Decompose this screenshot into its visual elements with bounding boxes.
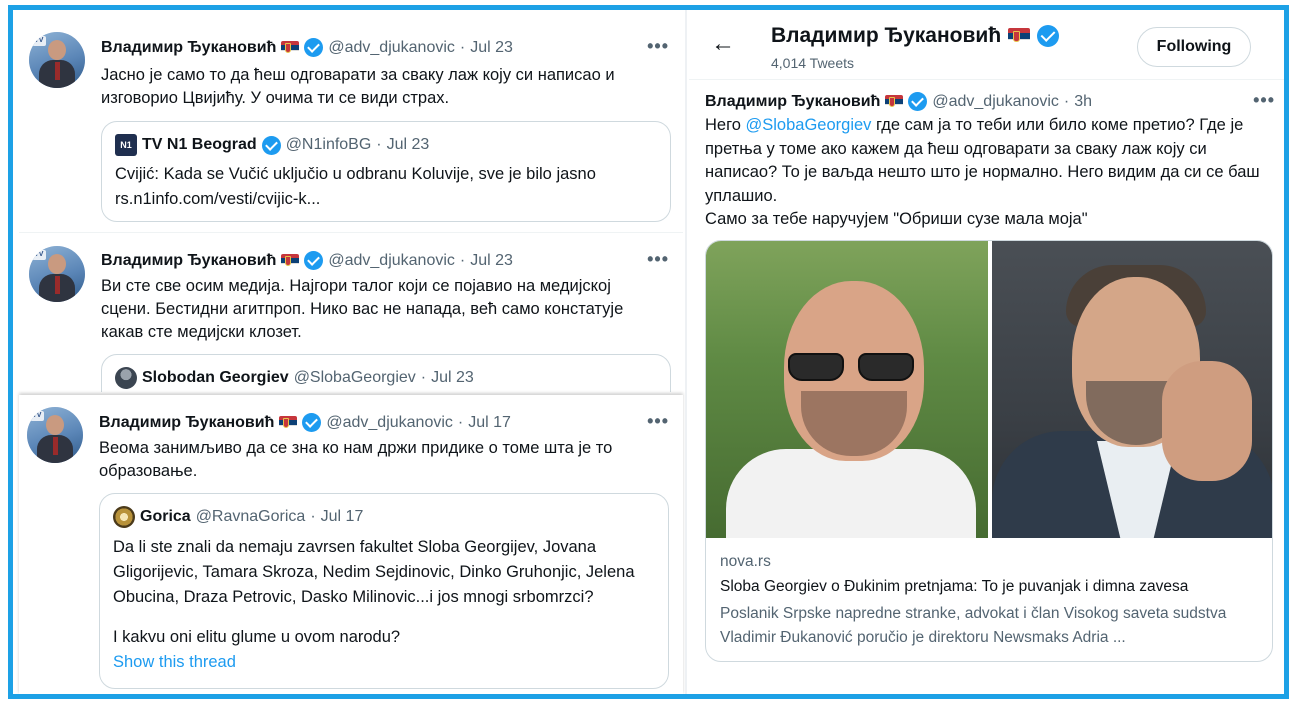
more-options-icon[interactable]: ••• xyxy=(1253,90,1275,111)
verified-badge-icon xyxy=(304,38,324,57)
author-name[interactable]: Владимир Ђукановић xyxy=(99,414,274,432)
profile-name: Владимир Ђукановић xyxy=(771,24,1002,47)
tweet-date[interactable]: Jul 23 xyxy=(470,39,513,57)
avatar[interactable]: TV xyxy=(27,407,83,463)
serbia-flag-icon xyxy=(885,94,904,109)
back-arrow-icon[interactable]: ← xyxy=(711,32,735,56)
more-options-icon[interactable]: ••• xyxy=(647,411,669,432)
tweet-header: Владимир Ђукановић @adv_djukanovic · Jul… xyxy=(99,413,511,432)
separator-dot: · xyxy=(310,508,316,525)
tweet[interactable]: TV Владимир Ђукановић @adv_djukanovic · … xyxy=(19,232,683,392)
author-handle[interactable]: @adv_djukanovic xyxy=(328,252,455,270)
author-handle[interactable]: @adv_djukanovic xyxy=(932,93,1059,111)
tweet-date[interactable]: Jul 23 xyxy=(470,252,513,270)
author-name[interactable]: Владимир Ђукановић xyxy=(101,39,276,57)
serbia-flag-icon xyxy=(281,253,300,268)
show-thread-link[interactable]: Show this thread xyxy=(113,650,658,675)
quoted-tweet-header: N1 TV N1 Beograd @N1infoBG · Jul 23 xyxy=(115,134,429,156)
quoted-avatar xyxy=(113,506,135,528)
quoted-text: Da li ste znali da nemaju zavrsen fakult… xyxy=(113,538,635,606)
card-description: Poslanik Srpske napredne stranke, advoka… xyxy=(720,605,1227,646)
quoted-tweet-header: Gorica @RavnaGorica · Jul 17 xyxy=(113,506,363,528)
quoted-tweet[interactable]: Gorica @RavnaGorica · Jul 17 Da li ste z… xyxy=(99,493,669,689)
tweet-time[interactable]: 3h xyxy=(1074,93,1092,111)
tweet-text: Него @SlobaGeorgiev где сам ја то теби и… xyxy=(705,114,1275,232)
separator-dot: · xyxy=(1063,92,1070,110)
card-photo-left xyxy=(706,241,988,538)
following-button[interactable]: Following xyxy=(1137,27,1251,67)
tweet-header: Владимир Ђукановић @adv_djukanovic · 3h xyxy=(705,92,1092,111)
card-domain: nova.rs xyxy=(720,553,771,570)
more-options-icon[interactable]: ••• xyxy=(647,36,669,57)
serbia-flag-icon xyxy=(279,415,298,430)
quoted-date: Jul 17 xyxy=(320,508,364,525)
quoted-date: Jul 23 xyxy=(386,136,430,153)
profile-tweet-view: ← Владимир Ђукановић 4,014 Tweets Follow… xyxy=(689,10,1284,694)
tweet[interactable]: TV Владимир Ђукановић @adv_djukanovic · … xyxy=(19,20,683,230)
quoted-text: Cvijić: Kada se Vučić uključio u odbranu… xyxy=(115,165,596,208)
n1-logo-icon: N1 xyxy=(115,134,137,156)
verified-badge-icon xyxy=(1037,25,1060,47)
quoted-text-line: I kakvu oni elitu glume u ovom narodu? xyxy=(113,628,401,646)
verified-badge-icon xyxy=(908,92,928,111)
author-handle[interactable]: @adv_djukanovic xyxy=(326,414,453,432)
serbia-flag-icon xyxy=(1008,27,1031,45)
quoted-tweet-header: Slobodan Georgiev @SlobaGeorgiev · Jul 2… xyxy=(115,367,474,389)
sunglasses-icon xyxy=(788,353,918,383)
separator-dot: · xyxy=(459,38,466,56)
card-title: Sloba Georgiev o Đukinim pretnjama: To j… xyxy=(720,578,1189,595)
quoted-author-name: TV N1 Beograd xyxy=(142,136,257,153)
tv-logo-icon: TV xyxy=(32,250,46,260)
separator-dot: · xyxy=(457,413,464,431)
quoted-date: Jul 23 xyxy=(431,369,474,386)
quoted-author-name: Slobodan Georgiev xyxy=(142,369,289,386)
tweet-text-start: Него xyxy=(705,116,746,134)
tweet-text-line2: Само за тебе наручујем "Обриши сузе мала… xyxy=(705,210,1088,228)
quoted-avatar xyxy=(115,367,137,389)
profile-header: ← Владимир Ђукановић 4,014 Tweets Follow… xyxy=(689,10,1284,80)
separator-dot: · xyxy=(420,369,427,386)
separator-dot: · xyxy=(376,136,382,153)
quoted-author-name: Gorica xyxy=(140,508,191,525)
tweet-count: 4,014 Tweets xyxy=(771,55,855,71)
tweet-text: Јасно је само то да ћеш одговарати за св… xyxy=(101,66,615,107)
card-photo-right xyxy=(992,241,1272,538)
author-name[interactable]: Владимир Ђукановић xyxy=(101,252,276,270)
quoted-tweet[interactable]: Slobodan Georgiev @SlobaGeorgiev · Jul 2… xyxy=(101,354,671,392)
mention-link[interactable]: @SlobaGeorgiev xyxy=(746,116,872,134)
tweet-header: Владимир Ђукановић @adv_djukanovic · Jul… xyxy=(101,38,513,57)
avatar[interactable]: TV xyxy=(29,246,85,302)
tweet-header: Владимир Ђукановић @adv_djukanovic · Jul… xyxy=(101,251,513,270)
tweet-date[interactable]: Jul 17 xyxy=(468,414,511,432)
avatar[interactable]: TV xyxy=(29,32,85,88)
tweet[interactable]: TV Владимир Ђукановић @adv_djukanovic · … xyxy=(19,395,683,694)
tweet-text: Веома занимљиво да се зна ко нам држи пр… xyxy=(99,439,613,480)
separator-dot: · xyxy=(459,251,466,269)
serbia-flag-icon xyxy=(281,40,300,55)
author-name[interactable]: Владимир Ђукановић xyxy=(705,93,880,111)
divider xyxy=(685,10,687,694)
profile-title: Владимир Ђукановић xyxy=(771,24,1060,48)
tv-logo-icon: TV xyxy=(30,411,44,421)
quoted-tweet[interactable]: N1 TV N1 Beograd @N1infoBG · Jul 23 Cvij… xyxy=(101,121,671,222)
quoted-author-handle: @RavnaGorica xyxy=(195,508,306,525)
verified-badge-icon xyxy=(302,413,322,432)
verified-badge-icon xyxy=(261,135,281,155)
screenshot-frame: TV Владимир Ђукановић @adv_djukanovic · … xyxy=(8,5,1289,699)
author-handle[interactable]: @adv_djukanovic xyxy=(328,39,455,57)
quoted-author-handle: @SlobaGeorgiev xyxy=(293,369,416,386)
link-card[interactable]: nova.rs Sloba Georgiev o Đukinim pretnja… xyxy=(705,240,1273,662)
verified-badge-icon xyxy=(304,251,324,270)
more-options-icon[interactable]: ••• xyxy=(647,249,669,270)
tweet-text: Ви сте све осим медија. Најгори талог ко… xyxy=(101,277,624,341)
tv-logo-icon: TV xyxy=(32,36,46,46)
quoted-author-handle: @N1infoBG xyxy=(285,136,372,153)
